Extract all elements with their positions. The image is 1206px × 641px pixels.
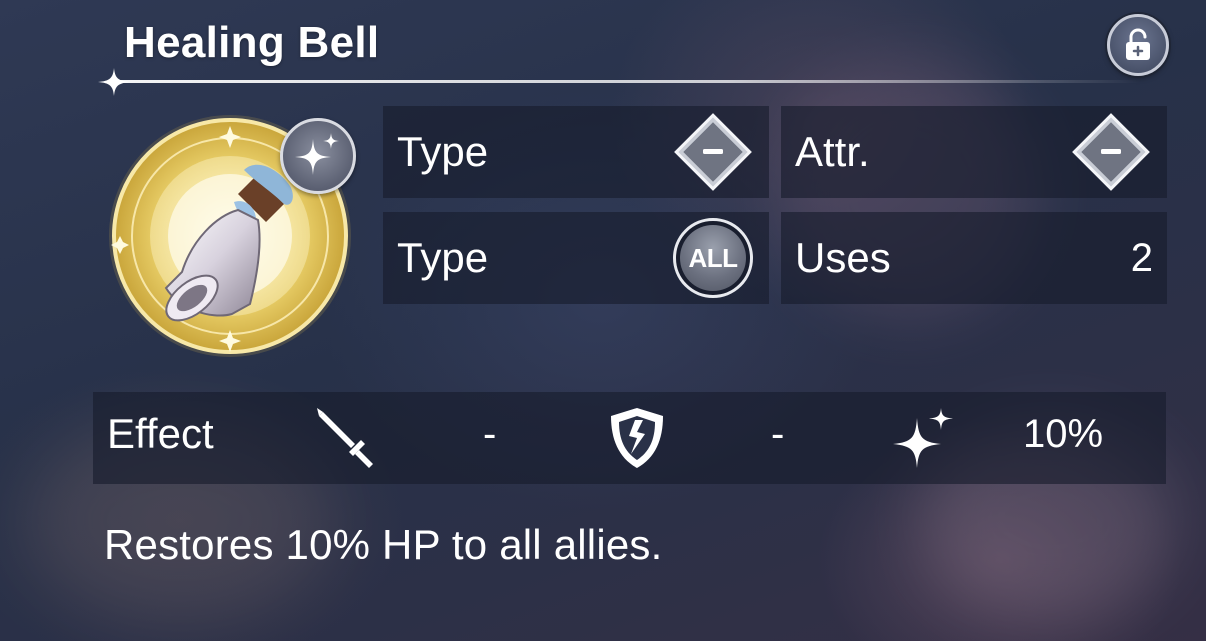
lock-toggle-button[interactable] (1107, 14, 1169, 76)
title-star-icon (98, 68, 130, 96)
rarity-sparkle-badge (280, 118, 356, 194)
stat-target: Type ALL (383, 212, 769, 304)
stat-type: Type (383, 106, 769, 198)
stat-uses-value: 2 (1130, 235, 1153, 280)
stat-target-label: Type (397, 234, 489, 281)
unlocked-padlock-icon (1126, 28, 1150, 60)
effect-heal-value: 10% (1023, 412, 1104, 456)
diamond-dash-icon (1072, 113, 1150, 191)
sword-icon (317, 408, 373, 468)
item-detail-screen: Healing Bell Type Attr. Type ALL Uses 2 … (0, 0, 1206, 641)
effect-defense-value: - (771, 412, 785, 456)
stat-uses: Uses 2 (781, 212, 1167, 304)
stat-attr: Attr. (781, 106, 1167, 198)
effect-label: Effect (107, 410, 214, 457)
effect-attack-value: - (483, 412, 497, 456)
title-divider (110, 80, 1140, 83)
item-title: Healing Bell (124, 18, 380, 67)
stat-type-label: Type (397, 128, 489, 175)
diamond-dash-icon (674, 113, 752, 191)
stat-uses-label: Uses (795, 234, 891, 281)
cracked-shield-icon (611, 408, 663, 468)
stat-attr-label: Attr. (795, 128, 870, 175)
all-target-icon: ALL (671, 216, 755, 300)
item-description: Restores 10% HP to all allies. (104, 521, 663, 568)
effect-bar: Effect - - 10% (93, 392, 1166, 484)
all-target-text: ALL (680, 225, 746, 291)
sparkle-icon (295, 133, 339, 175)
sparkle-icon (893, 408, 953, 468)
